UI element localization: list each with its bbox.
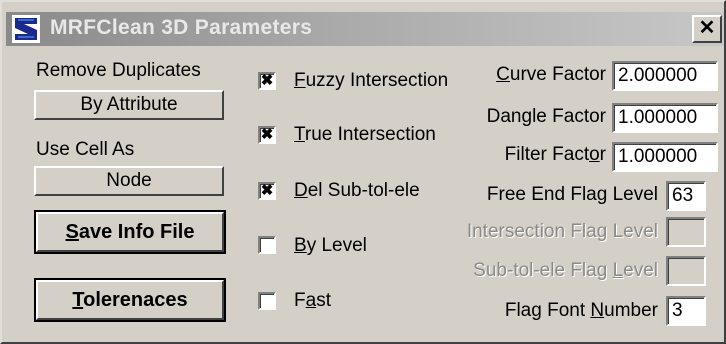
filter-factor-input[interactable]: 1.000000 [612, 142, 718, 172]
fast-label: Fast [294, 290, 331, 311]
dangle-factor-label: Dangle Factor [486, 106, 606, 127]
del-sub-tol-ele-label: Del Sub-tol-ele [294, 180, 420, 201]
dangle-factor-input[interactable]: 1.000000 [612, 103, 718, 133]
use-cell-as-label: Use Cell As [36, 139, 135, 160]
intersection-flag-level-label: Intersection Flag Level [466, 221, 658, 242]
flag-font-number-input[interactable]: 3 [666, 296, 706, 326]
true-intersection-checkbox[interactable]: ✖ [258, 126, 276, 144]
sub-tol-ele-flag-level-input[interactable] [666, 256, 706, 286]
by-level-checkbox[interactable] [258, 236, 276, 254]
flag-font-number-label: Flag Font Number [504, 300, 658, 321]
free-end-flag-level-input[interactable]: 63 [666, 181, 706, 211]
fuzzy-intersection-checkbox[interactable]: ✖ [258, 72, 276, 90]
dialog-window: MRFClean 3D Parameters ✕ Remove Duplicat… [0, 0, 726, 344]
del-sub-tol-ele-checkbox[interactable]: ✖ [258, 182, 276, 200]
title-bar[interactable]: MRFClean 3D Parameters ✕ [6, 12, 724, 46]
window-title: MRFClean 3D Parameters [50, 16, 313, 39]
filter-factor-label: Filter Factor [504, 144, 606, 165]
sub-tol-ele-flag-level-label: Sub-tol-ele Flag Level [473, 260, 658, 281]
close-icon[interactable]: ✕ [692, 15, 722, 43]
intersection-flag-level-input[interactable] [666, 217, 706, 247]
curve-factor-input[interactable]: 2.000000 [612, 61, 718, 91]
remove-duplicates-dropdown[interactable]: By Attribute [34, 90, 224, 120]
save-info-file-button[interactable]: Save Info File [34, 210, 226, 254]
tolerances-button[interactable]: Tolerenaces [34, 278, 226, 322]
use-cell-as-dropdown[interactable]: Node [34, 166, 224, 196]
true-intersection-label: True Intersection [294, 124, 436, 145]
curve-factor-label: Curve Factor [496, 64, 606, 85]
mrfclean-app-icon [12, 15, 40, 43]
remove-duplicates-label: Remove Duplicates [36, 60, 201, 81]
fast-checkbox[interactable] [258, 292, 276, 310]
by-level-label: By Level [294, 235, 367, 256]
free-end-flag-level-label: Free End Flag Level [486, 184, 658, 205]
fuzzy-intersection-label: Fuzzy Intersection [294, 70, 449, 91]
